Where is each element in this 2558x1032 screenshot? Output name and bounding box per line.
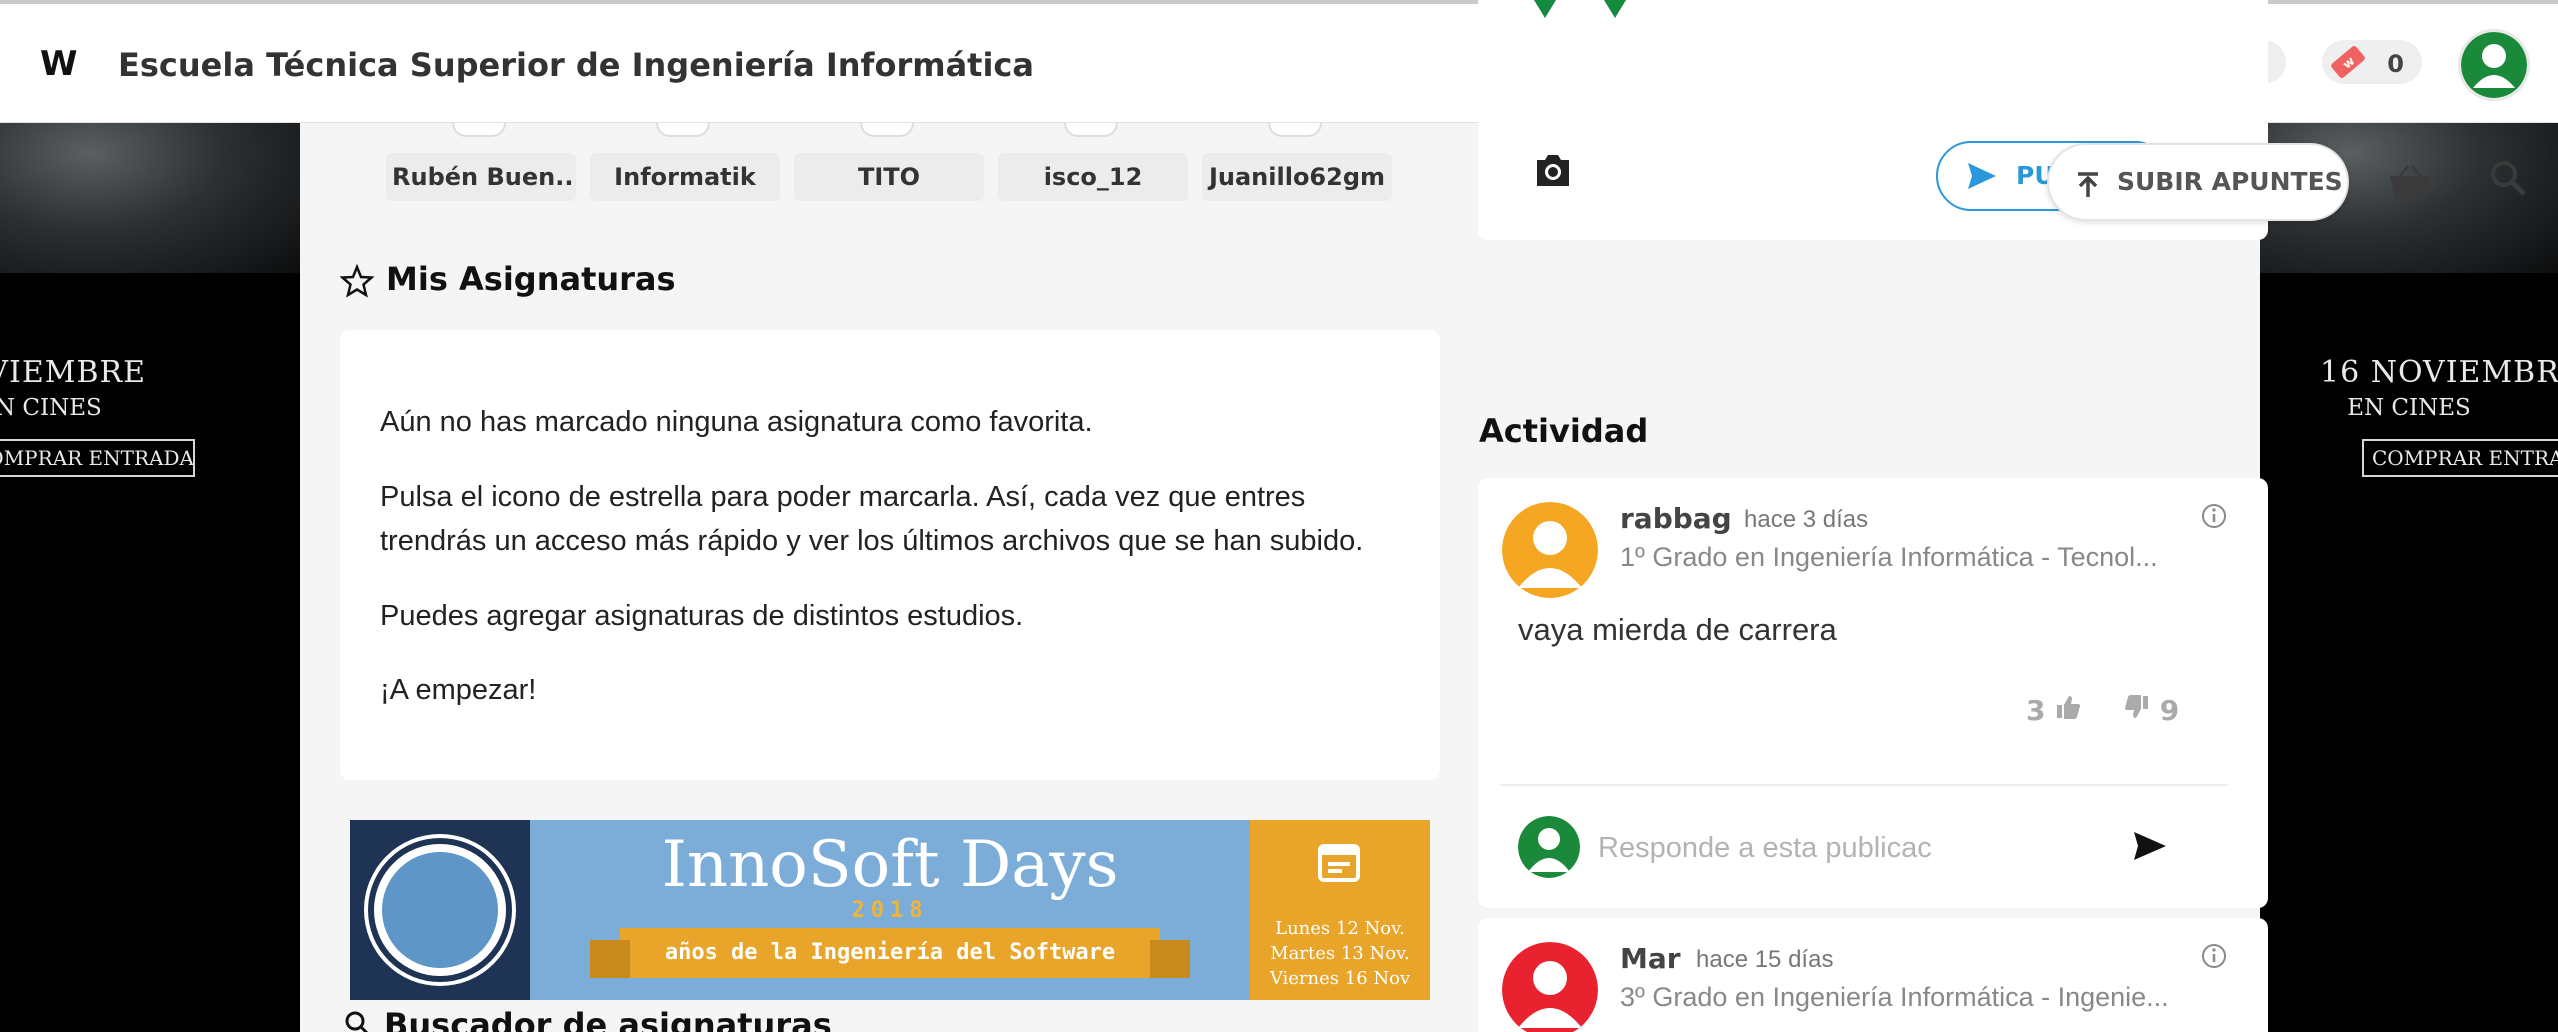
- reply-avatar: [1518, 816, 1580, 878]
- ad-background: [0, 123, 300, 273]
- ad-line2: EN CINES: [0, 395, 102, 421]
- send-icon: [1968, 163, 1996, 189]
- top-user-avatar: [860, 123, 914, 137]
- star-outline-icon: [340, 264, 374, 298]
- leaf-decoration: [1604, 0, 1626, 18]
- post-avatar[interactable]: [1502, 942, 1598, 1032]
- top-user-name[interactable]: Informatik: [590, 153, 780, 201]
- ad-cta[interactable]: COMPRAR ENTRADAS: [0, 439, 195, 477]
- send-icon[interactable]: [2132, 830, 2168, 862]
- side-ad-right[interactable]: 16 NOVIEMBRE EN CINES COMPRAR ENTRADAS: [2260, 123, 2558, 1032]
- ad-line1: 16 NOVIEMBRE: [2320, 355, 2558, 390]
- thumbs-down-icon: [2125, 695, 2148, 718]
- ad-cta[interactable]: COMPRAR ENTRADAS: [2362, 439, 2558, 477]
- reply-input[interactable]: [1598, 824, 2098, 872]
- favorites-empty-text: Aún no has marcado ninguna asignatura co…: [380, 406, 1093, 438]
- top-user-name[interactable]: TITO: [794, 153, 984, 201]
- calendar-icon: [1318, 844, 1360, 882]
- user-avatar[interactable]: [2458, 29, 2530, 101]
- tickets-count: 0: [2387, 50, 2404, 78]
- dislike-button[interactable]: 9: [2124, 694, 2179, 727]
- post-time: hace 3 días: [1744, 506, 1869, 533]
- top-user-avatar: [1064, 123, 1118, 137]
- banner-title: InnoSoft Days: [661, 828, 1119, 902]
- ad-line2: EN CINES: [2347, 395, 2471, 421]
- user-avatar-icon: [2461, 32, 2527, 98]
- info-icon[interactable]: [2200, 502, 2228, 530]
- tickets-counter[interactable]: w 0: [2322, 40, 2422, 84]
- banner-year: 2018: [851, 898, 929, 923]
- search-icon[interactable]: [2488, 158, 2528, 198]
- ad-line1: NOVIEMBRE: [0, 355, 146, 390]
- innosoft-logo: [368, 838, 512, 982]
- upload-notes-button[interactable]: SUBIR APUNTES: [2047, 143, 2349, 221]
- banner-date: Viernes 16 Nov: [1269, 968, 1411, 989]
- favorites-multi-text: Puedes agregar asignaturas de distintos …: [380, 600, 1024, 632]
- leaf-decoration: [1534, 0, 1556, 18]
- banner-date: Lunes 12 Nov.: [1275, 918, 1405, 939]
- activity-post: rabbag hace 3 días 1º Grado en Ingenierí…: [1478, 478, 2268, 908]
- top-user-name[interactable]: isco_12: [998, 153, 1188, 201]
- banner-date: Martes 13 Nov.: [1270, 943, 1410, 964]
- basket-icon[interactable]: [2388, 164, 2432, 200]
- banner-dates: Lunes 12 Nov. Martes 13 Nov. Viernes 16 …: [1250, 916, 1430, 991]
- upload-icon: [2078, 172, 2098, 197]
- post-avatar[interactable]: [1502, 502, 1598, 598]
- thumbs-up-icon: [2057, 696, 2081, 719]
- dislike-count: 9: [2159, 694, 2180, 727]
- info-icon[interactable]: [2200, 942, 2228, 970]
- favorites-card: Aún no has marcado ninguna asignatura co…: [340, 330, 1440, 780]
- top-user-avatar: [1268, 123, 1322, 137]
- banner-logo-area: [350, 820, 530, 1000]
- top-user-avatar: [452, 123, 506, 137]
- post-username[interactable]: Mar: [1620, 942, 1681, 975]
- favorites-help-text: Pulsa el icono de estrella para poder ma…: [380, 481, 1364, 557]
- top-user-avatar: [656, 123, 710, 137]
- upload-label: SUBIR APUNTES: [2117, 167, 2343, 196]
- post-course[interactable]: 1º Grado en Ingeniería Informática - Tec…: [1620, 542, 2180, 573]
- activity-post: Mar hace 15 días 3º Grado en Ingeniería …: [1478, 918, 2268, 1032]
- banner-ribbon: años de la Ingeniería del Software: [590, 928, 1190, 978]
- favorites-title: Mis Asignaturas: [386, 260, 676, 298]
- favorites-start-text: ¡A empezar!: [380, 674, 537, 706]
- user-avatar-icon: [1502, 942, 1598, 1032]
- search-icon: [345, 1011, 369, 1032]
- side-ad-left[interactable]: NOVIEMBRE EN CINES COMPRAR ENTRADAS: [0, 123, 300, 1032]
- activity-title: Actividad: [1479, 412, 1649, 450]
- post-time: hace 15 días: [1696, 946, 1834, 973]
- subject-search-title: Buscador de asignaturas: [384, 1006, 832, 1032]
- camera-icon[interactable]: [1531, 148, 1575, 192]
- like-count: 3: [2026, 694, 2046, 727]
- user-avatar-icon: [1518, 816, 1580, 878]
- post-divider: [1500, 784, 2228, 786]
- innosoft-banner[interactable]: InnoSoft Days 2018 años de la Ingeniería…: [350, 820, 1430, 1000]
- post-course[interactable]: 3º Grado en Ingeniería Informática - Ing…: [1620, 982, 2180, 1013]
- top-user-name[interactable]: Juanillo62gm: [1202, 153, 1392, 201]
- user-avatar-icon: [1502, 502, 1598, 598]
- wuolah-logo[interactable]: W: [40, 44, 78, 84]
- page-title[interactable]: Escuela Técnica Superior de Ingeniería I…: [118, 46, 1034, 84]
- post-username[interactable]: rabbag: [1620, 502, 1732, 535]
- post-message: vaya mierda de carrera: [1518, 612, 1837, 647]
- like-button[interactable]: 3: [2026, 694, 2081, 727]
- ticket-icon: w: [2331, 46, 2365, 78]
- top-user-name[interactable]: Rubén Buen...: [386, 153, 576, 201]
